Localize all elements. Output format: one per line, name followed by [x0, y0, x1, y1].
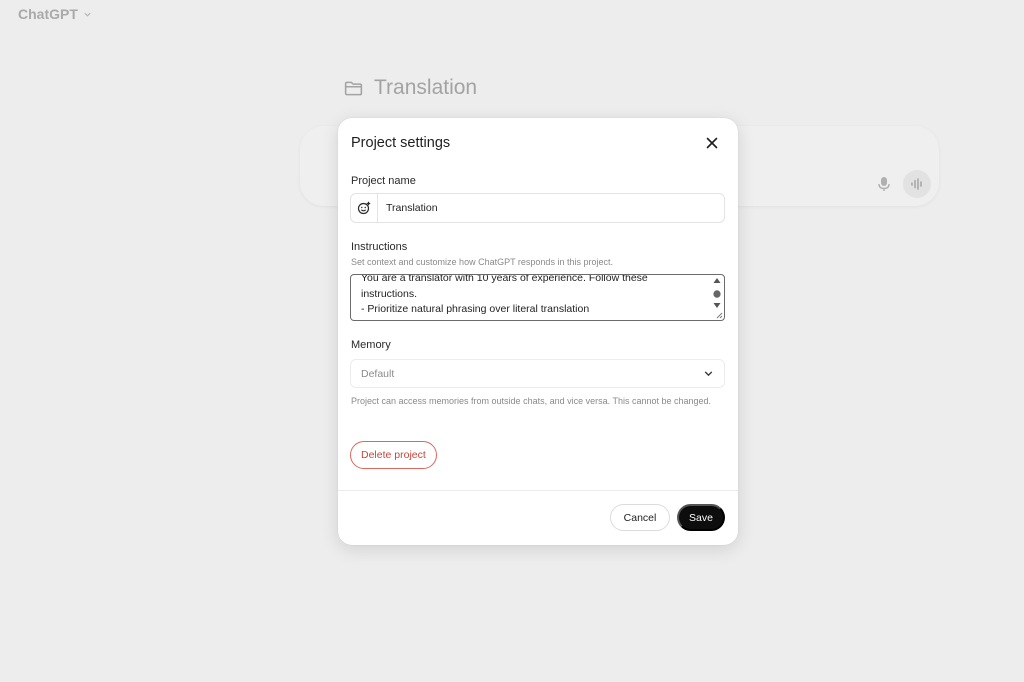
cancel-button[interactable]: Cancel	[610, 504, 670, 531]
save-button[interactable]: Save	[677, 504, 725, 531]
voice-mode-button[interactable]	[903, 170, 931, 198]
project-title: Translation	[374, 76, 478, 99]
footer-divider	[338, 490, 738, 491]
memory-note: Project can access memories from outside…	[351, 396, 712, 406]
app-title: ChatGPT	[18, 6, 78, 22]
memory-selected-value: Default	[361, 367, 395, 380]
delete-project-button[interactable]: Delete project	[350, 441, 437, 469]
voice-mode-icon	[911, 178, 922, 190]
memory-label: Memory	[351, 339, 391, 351]
page: ChatGPT Translation Project settings Pro…	[0, 0, 1024, 682]
project-settings-dialog: Project settings Project name Translatio…	[338, 118, 738, 545]
instructions-help: Set context and customize how ChatGPT re…	[351, 257, 613, 267]
instructions-textarea[interactable]: You are a translator with 10 years of ex…	[350, 274, 725, 321]
instructions-line: - Prioritize natural phrasing over liter…	[361, 303, 590, 315]
project-name-field[interactable]: Translation	[350, 193, 725, 223]
instructions-line: You are a translator with 10 years of ex…	[361, 274, 648, 284]
resize-grip-icon[interactable]	[715, 311, 723, 319]
microphone-icon[interactable]	[877, 176, 891, 192]
project-name-label: Project name	[351, 175, 416, 187]
project-header: Translation	[343, 76, 477, 100]
close-icon[interactable]	[704, 135, 720, 151]
instructions-line: instructions.	[361, 287, 418, 300]
instructions-label: Instructions	[351, 241, 408, 253]
model-switcher[interactable]: ChatGPT	[18, 6, 92, 22]
project-name-value: Translation	[386, 202, 438, 214]
chevron-down-icon	[704, 371, 713, 377]
memory-select[interactable]: Default	[350, 359, 725, 388]
emoji-picker-button[interactable]	[351, 194, 378, 222]
folder-icon	[344, 81, 363, 95]
chevron-down-icon	[84, 12, 91, 17]
emoji-picker-icon	[357, 201, 371, 215]
dialog-title: Project settings	[351, 135, 451, 151]
